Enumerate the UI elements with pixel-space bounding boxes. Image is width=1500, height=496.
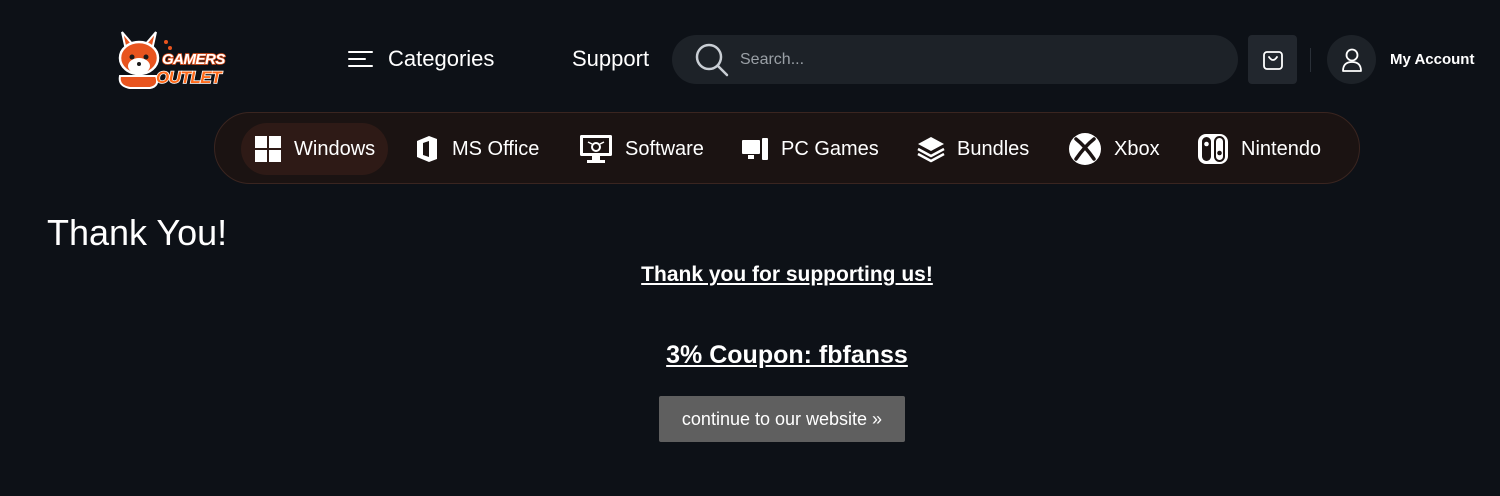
shopping-bag-icon: [1262, 50, 1283, 70]
search-input[interactable]: [740, 50, 1210, 69]
category-nintendo[interactable]: Nintendo: [1184, 123, 1334, 175]
user-icon: [1341, 48, 1362, 72]
avatar: [1327, 35, 1376, 84]
category-bar: Windows MS Office Software PC Games Bund…: [214, 112, 1360, 184]
support-label: Support: [572, 46, 650, 71]
nintendo-switch-icon: [1198, 134, 1228, 164]
search-icon[interactable]: [694, 42, 730, 78]
bundles-icon: [917, 137, 945, 163]
category-bundles[interactable]: Bundles: [904, 123, 1042, 175]
category-label: MS Office: [452, 137, 540, 160]
xbox-icon: [1069, 133, 1101, 165]
cart-button[interactable]: [1248, 35, 1297, 84]
support-link[interactable]: Support: [572, 46, 649, 72]
pc-games-icon: [742, 138, 768, 160]
category-label: Bundles: [957, 137, 1030, 160]
continue-to-website-button[interactable]: continue to our website »: [659, 396, 905, 442]
header-divider: [1310, 48, 1311, 72]
menu-lines-icon: [348, 51, 373, 67]
category-label: PC Games: [781, 137, 879, 160]
category-xbox[interactable]: Xbox: [1055, 123, 1173, 175]
category-ms-office[interactable]: MS Office: [401, 123, 552, 175]
category-label: Software: [625, 137, 704, 160]
category-label: Nintendo: [1241, 137, 1322, 160]
category-pc-games[interactable]: PC Games: [728, 123, 892, 175]
thank-you-message: Thank you for supporting us!: [641, 263, 933, 286]
category-windows[interactable]: Windows: [241, 123, 389, 175]
my-account-label: My Account: [1390, 51, 1475, 68]
software-icon: [580, 135, 612, 163]
office-icon: [417, 136, 437, 162]
category-software[interactable]: Software: [566, 123, 717, 175]
search-bar: [672, 35, 1238, 84]
category-label: Windows: [294, 137, 376, 160]
logo-text-gamers: GAMERS: [161, 50, 226, 69]
page-title: Thank You!: [47, 212, 228, 253]
category-label: Xbox: [1114, 137, 1160, 160]
my-account-button[interactable]: My Account: [1327, 35, 1474, 84]
logo-text-outlet: OUTLET: [155, 67, 222, 88]
coupon-code: 3% Coupon: fbfanss: [666, 341, 908, 369]
categories-menu-button[interactable]: Categories: [348, 46, 494, 72]
windows-icon: [255, 136, 281, 162]
site-header: GAMERS OUTLET Categories Support Search.…: [0, 0, 1500, 112]
categories-label: Categories: [388, 46, 495, 71]
gamers-outlet-logo[interactable]: GAMERS OUTLET: [116, 28, 232, 90]
